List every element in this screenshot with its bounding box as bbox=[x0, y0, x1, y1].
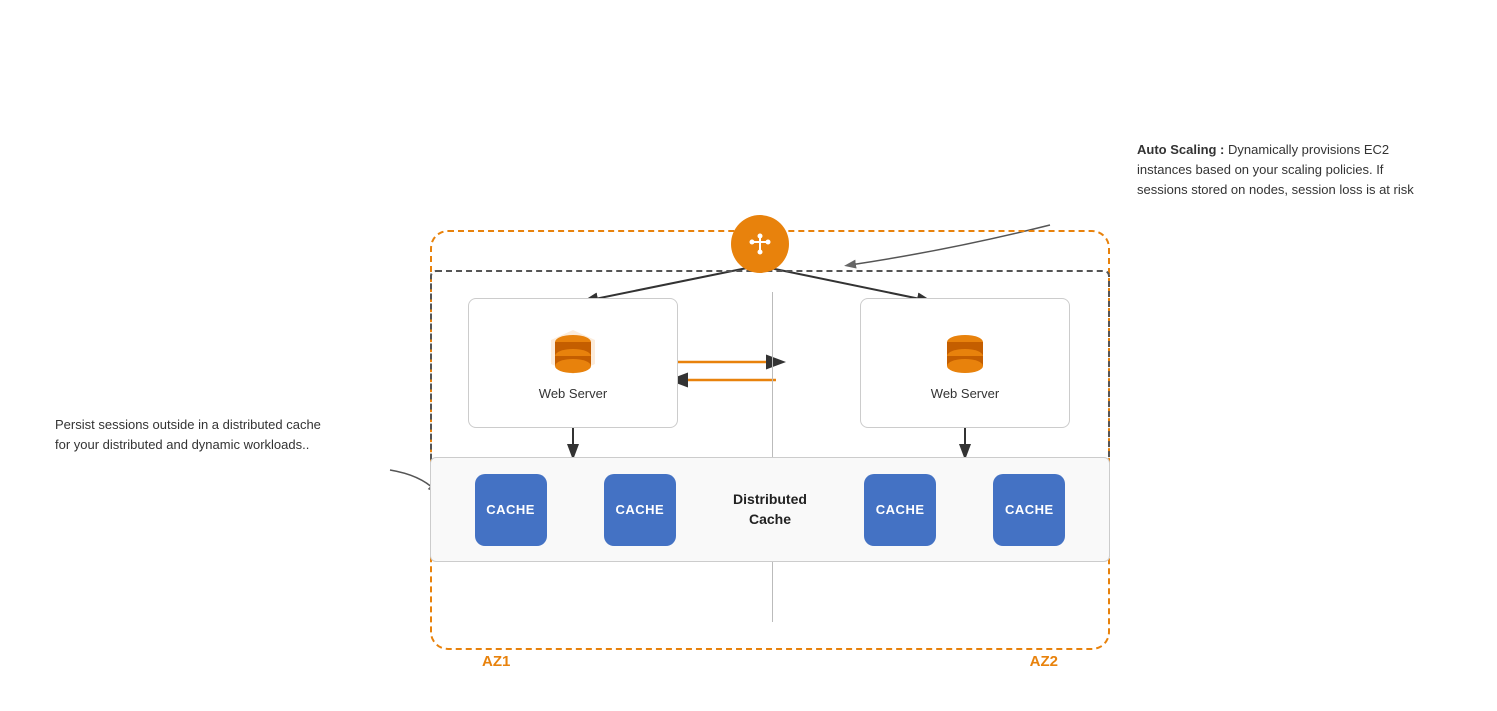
az1-label: AZ1 bbox=[482, 653, 510, 670]
diagram-container: AZ1 AZ2 Web Server bbox=[0, 0, 1497, 711]
annotation-bold: Auto Scaling : bbox=[1137, 142, 1228, 157]
aws-server-icon-left bbox=[547, 326, 599, 378]
web-server-left: Web Server bbox=[468, 298, 678, 428]
cache-node-3: CACHE bbox=[864, 474, 936, 546]
aws-server-icon-right bbox=[939, 326, 991, 378]
load-balancer-icon bbox=[731, 215, 789, 273]
cache-section: CACHE CACHE DistributedCache CACHE CACHE bbox=[430, 457, 1110, 562]
annotation-top-right: Auto Scaling : Dynamically provisions EC… bbox=[1137, 140, 1437, 200]
web-server-right-label: Web Server bbox=[931, 386, 999, 401]
annotation-bottom-text: Persist sessions outside in a distribute… bbox=[55, 417, 321, 452]
cache-node-4: CACHE bbox=[993, 474, 1065, 546]
cache-node-2: CACHE bbox=[604, 474, 676, 546]
annotation-bottom-left: Persist sessions outside in a distribute… bbox=[55, 415, 335, 455]
distributed-cache-label: DistributedCache bbox=[733, 490, 807, 529]
az2-label: AZ2 bbox=[1030, 653, 1058, 670]
web-server-left-label: Web Server bbox=[539, 386, 607, 401]
lb-svg bbox=[744, 228, 776, 260]
cache-node-1: CACHE bbox=[475, 474, 547, 546]
web-server-right: Web Server bbox=[860, 298, 1070, 428]
